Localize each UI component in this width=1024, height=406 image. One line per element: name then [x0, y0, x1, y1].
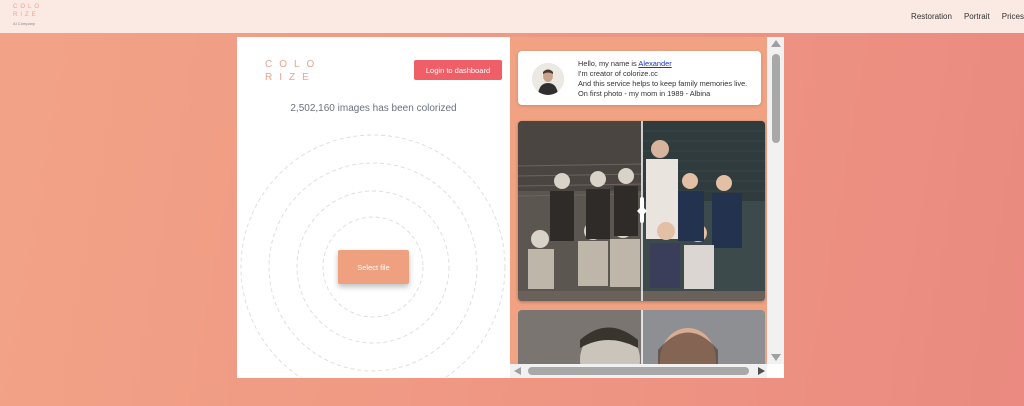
scrollbar-corner — [767, 364, 784, 378]
triangle-down-icon[interactable] — [771, 354, 781, 361]
comparison-slider-handle[interactable] — [640, 197, 644, 223]
creator-avatar — [532, 63, 564, 95]
triangle-up-icon[interactable] — [771, 40, 781, 47]
intro-greeting: Hello, my name is — [578, 59, 639, 68]
triangle-left-icon[interactable] — [514, 367, 521, 375]
before-after-photo[interactable] — [518, 121, 765, 301]
panel-logo-line2: RIZE — [265, 72, 316, 83]
main-nav: Restoration Portrait Prices — [911, 12, 1024, 21]
horizontal-scroll-thumb[interactable] — [528, 367, 749, 375]
vertical-scroll-thumb[interactable] — [772, 54, 780, 143]
logo-tagline: AI Company — [13, 21, 36, 26]
creator-intro-card: Hello, my name is Alexander I'm creator … — [518, 51, 761, 105]
login-dashboard-button[interactable]: Login to dashboard — [414, 60, 502, 80]
author-link[interactable]: Alexander — [638, 59, 671, 68]
panel-logo-line1: COLO — [265, 59, 322, 70]
examples-panel: Hello, my name is Alexander I'm creator … — [510, 37, 784, 378]
main-card: COLO RIZE Login to dashboard 2,502,160 i… — [237, 37, 784, 378]
upload-panel: COLO RIZE Login to dashboard 2,502,160 i… — [237, 37, 510, 378]
logo-line2: RIZE — [13, 12, 39, 18]
creator-intro-text: Hello, my name is Alexander I'm creator … — [578, 59, 747, 99]
nav-portrait[interactable]: Portrait — [964, 12, 990, 21]
select-file-button[interactable]: Select file — [338, 250, 409, 284]
nav-restoration[interactable]: Restoration — [911, 12, 952, 21]
brand-logo[interactable]: COLO RIZE AI Company — [13, 3, 42, 28]
colorized-counter: 2,502,160 images has been colorized — [290, 103, 457, 114]
intro-line3: And this service helps to keep family me… — [578, 79, 748, 88]
panel-logo: COLO RIZE — [265, 58, 321, 84]
logo-line1: COLO — [13, 4, 43, 10]
triangle-right-icon[interactable] — [758, 367, 765, 375]
intro-line4: On first photo - my mom in 1989 - Albina — [578, 89, 711, 98]
nav-prices[interactable]: Prices — [1002, 12, 1024, 21]
intro-line2: I'm creator of colorize.cc — [578, 69, 658, 78]
top-navbar: COLO RIZE AI Company Restoration Portrai… — [0, 0, 1024, 33]
